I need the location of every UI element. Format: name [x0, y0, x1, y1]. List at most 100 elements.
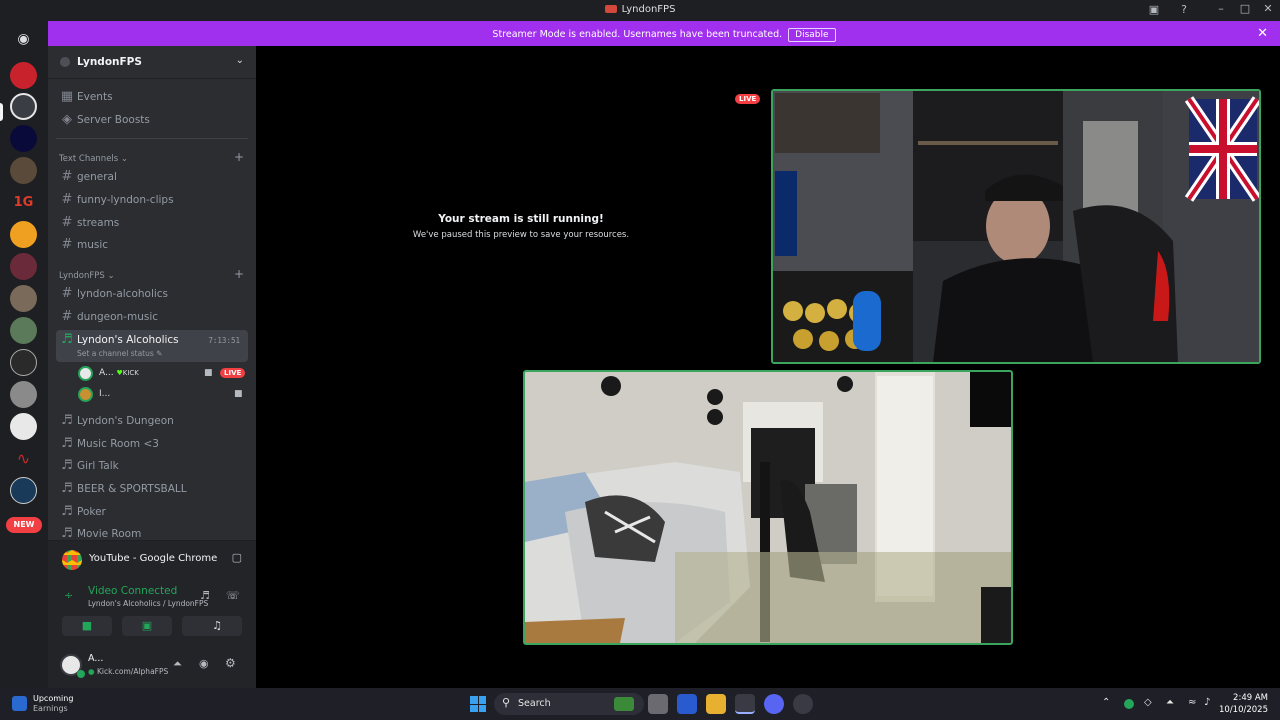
- taskbar-search[interactable]: ⚲ Search: [494, 693, 644, 715]
- discord-home-icon[interactable]: ◉: [10, 26, 37, 53]
- voice-channel-lyndons-dungeon[interactable]: ♬ Lyndon's Dungeon: [56, 411, 248, 431]
- server-icon-6[interactable]: [10, 221, 37, 248]
- speaker-icon: ♬: [61, 481, 73, 496]
- hash-icon: #: [61, 286, 73, 301]
- voice-channel-beer-sportsball[interactable]: ♬ BEER & SPORTSBALL: [56, 479, 248, 499]
- voice-channel-poker[interactable]: ♬ Poker: [56, 502, 248, 522]
- video-tile-2[interactable]: [523, 370, 1013, 645]
- wifi-icon[interactable]: ≈: [1188, 697, 1196, 708]
- server-icon-14[interactable]: [10, 477, 37, 504]
- chrome-taskbar-icon[interactable]: [735, 694, 755, 714]
- add-channel-icon[interactable]: +: [234, 267, 244, 281]
- disconnect-icon[interactable]: ☏: [226, 589, 240, 602]
- channel-music[interactable]: # music: [56, 235, 248, 255]
- camera-feed-room: [773, 91, 1259, 362]
- voice-location[interactable]: Lyndon's Alcoholics / LyndonFPS: [88, 599, 208, 608]
- events-item[interactable]: ▦ Events: [56, 87, 248, 107]
- server-icon-4[interactable]: [10, 157, 37, 184]
- hash-icon: #: [61, 215, 73, 230]
- speaker-icon: ♬: [61, 413, 73, 428]
- server-rail: ◉ 1G ∿ NEW: [0, 21, 48, 688]
- camera-icon: ■: [234, 389, 243, 399]
- voice-channel-girl-talk[interactable]: ♬ Girl Talk: [56, 456, 248, 476]
- server-icon-lyndonfps[interactable]: [10, 93, 37, 120]
- server-boosts-item[interactable]: ◈ Server Boosts: [56, 110, 248, 130]
- microphone-tray-icon[interactable]: ⏶: [1166, 697, 1174, 708]
- channel-general[interactable]: # general: [56, 167, 248, 187]
- calendar-icon: ▦: [60, 89, 74, 104]
- add-channel-icon[interactable]: +: [234, 150, 244, 164]
- server-icon-5[interactable]: 1G: [10, 189, 37, 216]
- screen-share-button[interactable]: ▣: [122, 616, 172, 636]
- speaker-icon: ♬: [61, 458, 73, 473]
- voice-member[interactable]: I... ■: [78, 386, 248, 404]
- guild-header[interactable]: LyndonFPS ⌄: [48, 46, 256, 79]
- discord-taskbar-icon[interactable]: [764, 694, 784, 714]
- voice-member[interactable]: A... ♥KICK ■ LIVE: [78, 365, 248, 383]
- steam-taskbar-icon[interactable]: [793, 694, 813, 714]
- camera-button[interactable]: ■: [62, 616, 112, 636]
- stop-stream-icon[interactable]: ▢: [232, 551, 242, 564]
- noise-suppression-icon[interactable]: ♬: [200, 589, 210, 602]
- system-clock[interactable]: 2:49 AM 10/10/2025: [1219, 692, 1268, 716]
- stocks-icon: [12, 696, 27, 711]
- tray-app-icon[interactable]: ◇: [1144, 697, 1152, 708]
- speaker-icon: ♬: [61, 436, 73, 451]
- custom-status: Kick.com/AlphaFPS: [96, 667, 169, 676]
- close-window-button[interactable]: ✕: [1256, 2, 1280, 18]
- store-icon[interactable]: [677, 694, 697, 714]
- task-view-icon[interactable]: [648, 694, 668, 714]
- search-icon: ⚲: [502, 696, 511, 709]
- signal-icon[interactable]: ∻: [64, 589, 73, 602]
- channel-streams[interactable]: # streams: [56, 213, 248, 233]
- disable-button[interactable]: Disable: [788, 28, 836, 42]
- maximize-button[interactable]: □: [1233, 2, 1257, 18]
- server-icon-9[interactable]: [10, 317, 37, 344]
- camera-icon: ■: [204, 368, 213, 378]
- microphone-icon[interactable]: ⏶: [173, 657, 182, 671]
- window-title: LyndonFPS: [0, 4, 1280, 15]
- server-icon-13[interactable]: ∿: [10, 445, 37, 472]
- server-icon-8[interactable]: [10, 285, 37, 312]
- avatar: [78, 366, 93, 381]
- server-icon-3[interactable]: [10, 125, 37, 152]
- server-icon-7[interactable]: [10, 253, 37, 280]
- server-icon-12[interactable]: [10, 413, 37, 440]
- new-badge: NEW: [6, 517, 42, 533]
- inbox-icon[interactable]: ▣: [1146, 3, 1162, 17]
- banner-close-icon[interactable]: ✕: [1257, 26, 1268, 41]
- server-icon-1[interactable]: [10, 62, 37, 89]
- voice-channel-music-room[interactable]: ♬ Music Room <3: [56, 434, 248, 454]
- chevron-up-icon[interactable]: ⌃: [1102, 697, 1110, 708]
- minimize-button[interactable]: –: [1209, 2, 1233, 18]
- server-icon-11[interactable]: [10, 381, 37, 408]
- video-tile-1[interactable]: [771, 89, 1261, 364]
- hash-icon: #: [61, 192, 73, 207]
- hash-icon: #: [61, 169, 73, 184]
- chevron-down-icon[interactable]: ⌄: [236, 55, 244, 66]
- speaker-icon: ♬: [61, 504, 73, 519]
- voice-status: Video Connected: [88, 585, 178, 597]
- guild-name: LyndonFPS: [77, 56, 142, 68]
- activity-panel[interactable]: YouTube - Google Chrome ▢: [48, 540, 256, 577]
- tray-status-icon[interactable]: [1124, 699, 1134, 709]
- user-panel: A... ● Kick.com/AlphaFPS ⏶ ◉ ⚙: [48, 645, 256, 688]
- headphones-icon[interactable]: ◉: [199, 657, 209, 670]
- selected-server-pill: [0, 103, 3, 121]
- category-lyndonfps[interactable]: LyndonFPS ⌄: [59, 271, 115, 281]
- channel-funny-lyndon-clips[interactable]: # funny-lyndon-clips: [56, 190, 248, 210]
- channel-lyndon-alcoholics[interactable]: # lyndon-alcoholics: [56, 284, 248, 304]
- volume-icon[interactable]: ♪: [1204, 697, 1210, 708]
- help-icon[interactable]: ?: [1176, 3, 1192, 17]
- set-channel-status[interactable]: Set a channel status ✎: [77, 349, 162, 358]
- earnings-widget[interactable]: Upcoming Earnings: [12, 693, 92, 715]
- channel-dungeon-music[interactable]: # dungeon-music: [56, 307, 248, 327]
- voice-channel-lyndons-alcoholics[interactable]: ♬ Lyndon's Alcoholics 7:13:51 Set a chan…: [56, 330, 248, 362]
- file-explorer-icon[interactable]: [706, 694, 726, 714]
- gear-icon[interactable]: ⚙: [225, 656, 236, 670]
- chrome-icon: [62, 550, 82, 570]
- category-text-channels[interactable]: Text Channels ⌄: [59, 154, 128, 164]
- server-icon-10[interactable]: [10, 349, 37, 376]
- soundboard-button[interactable]: ♫: [192, 616, 242, 636]
- start-icon[interactable]: [470, 696, 486, 712]
